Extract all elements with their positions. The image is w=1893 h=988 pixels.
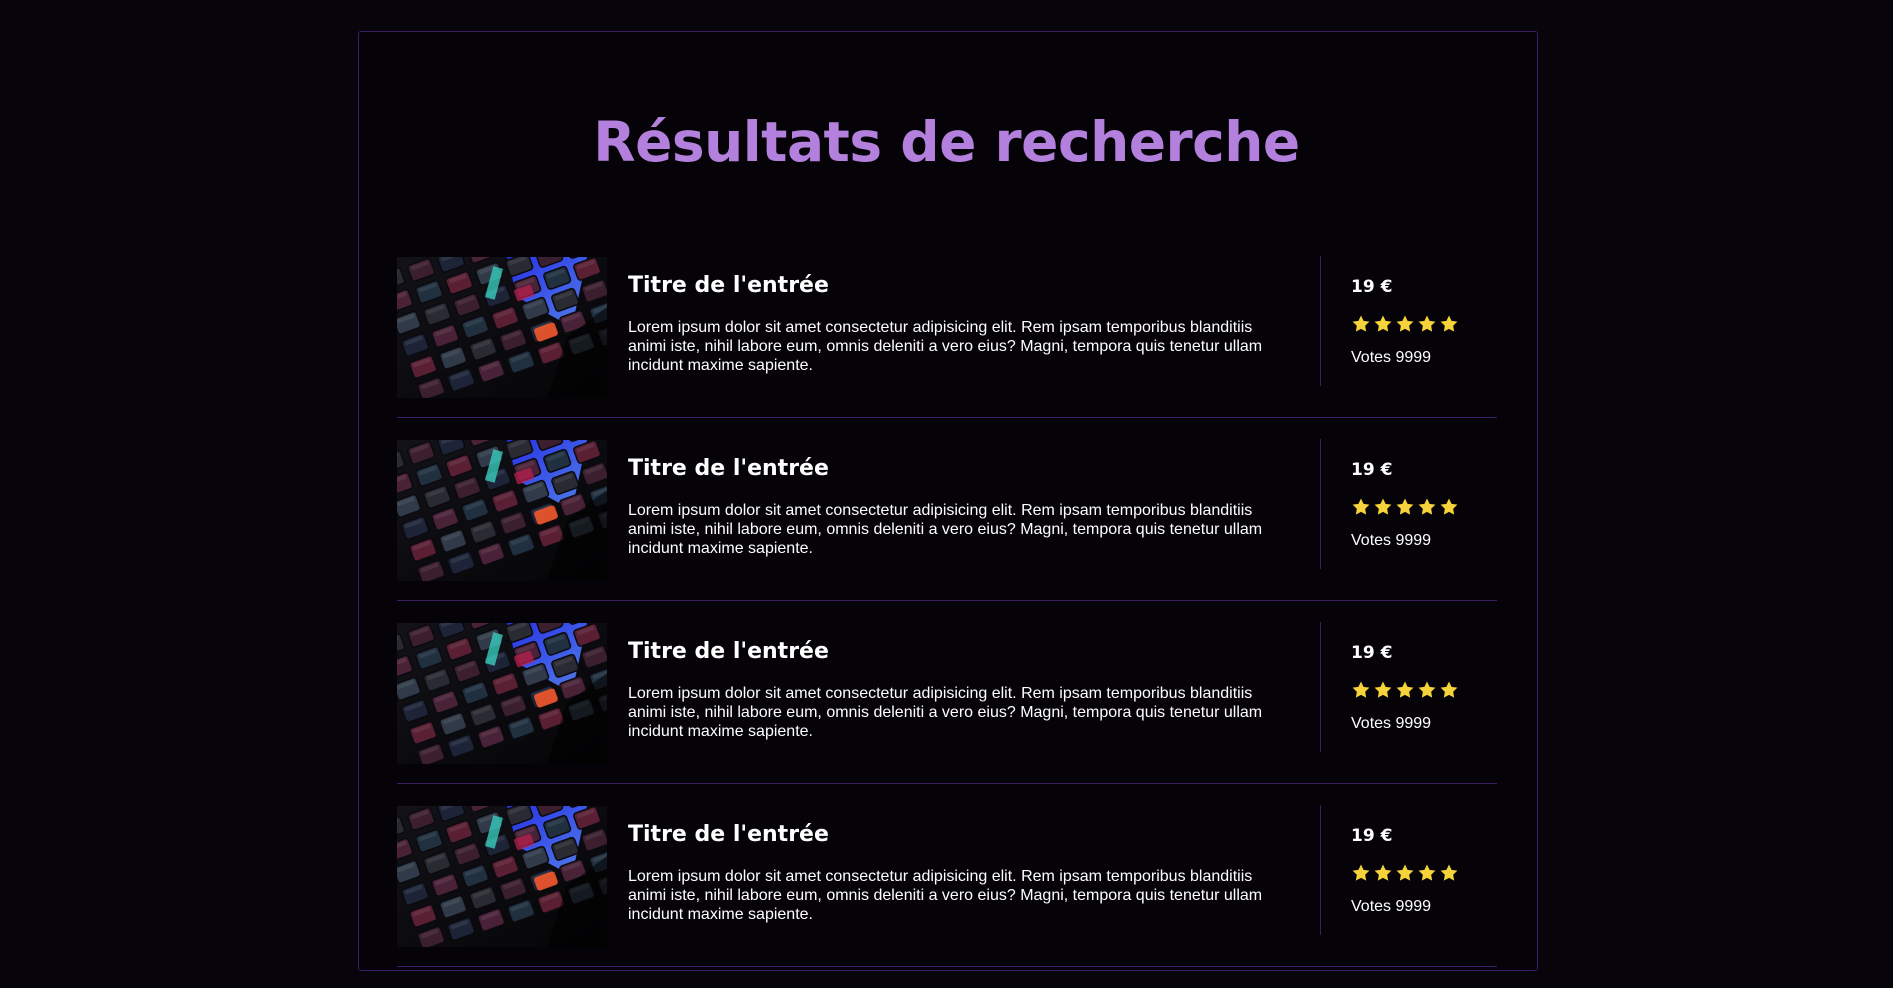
star-icon: [1352, 498, 1370, 515]
result-description: Lorem ipsum dolor sit amet consectetur a…: [628, 685, 1263, 740]
star-icon: [1396, 498, 1414, 515]
result-meta: 19 € Votes 9999: [1351, 276, 1491, 368]
star-icon: [1418, 315, 1436, 332]
result-text: Titre de l'entrée Lorem ipsum dolor sit …: [628, 638, 1268, 741]
result-votes: Votes 9999: [1351, 715, 1432, 732]
star-rating: [1351, 314, 1491, 334]
result-meta: 19 € Votes 9999: [1351, 825, 1491, 917]
result-price: 19 €: [1351, 643, 1393, 663]
keyboard-photo-thumbnail[interactable]: [397, 623, 607, 764]
star-icon: [1374, 315, 1392, 332]
star-icon: [1396, 864, 1414, 881]
result-votes: Votes 9999: [1351, 349, 1432, 366]
page-title: Résultats de recherche: [593, 110, 1300, 174]
result-item[interactable]: Titre de l'entrée Lorem ipsum dolor sit …: [397, 622, 1497, 784]
star-icon: [1396, 315, 1414, 332]
result-item[interactable]: Titre de l'entrée Lorem ipsum dolor sit …: [397, 439, 1497, 601]
result-text: Titre de l'entrée Lorem ipsum dolor sit …: [628, 455, 1268, 558]
result-item[interactable]: Titre de l'entrée Lorem ipsum dolor sit …: [397, 805, 1497, 967]
result-meta: 19 € Votes 9999: [1351, 459, 1491, 551]
star-rating: [1351, 863, 1491, 883]
result-description: Lorem ipsum dolor sit amet consectetur a…: [628, 868, 1263, 923]
star-icon: [1440, 681, 1458, 698]
keyboard-photo-thumbnail[interactable]: [397, 440, 607, 581]
result-title[interactable]: Titre de l'entrée: [628, 821, 1268, 849]
star-icon: [1396, 681, 1414, 698]
star-icon: [1374, 498, 1392, 515]
star-icon: [1418, 864, 1436, 881]
vertical-divider: [1320, 256, 1321, 386]
vertical-divider: [1320, 805, 1321, 935]
result-title[interactable]: Titre de l'entrée: [628, 638, 1268, 666]
result-description: Lorem ipsum dolor sit amet consectetur a…: [628, 502, 1263, 557]
result-price: 19 €: [1351, 826, 1393, 846]
result-votes: Votes 9999: [1351, 532, 1432, 549]
star-icon: [1440, 864, 1458, 881]
keyboard-photo-thumbnail[interactable]: [397, 257, 607, 398]
star-icon: [1352, 864, 1370, 881]
vertical-divider: [1320, 439, 1321, 569]
vertical-divider: [1320, 622, 1321, 752]
result-title[interactable]: Titre de l'entrée: [628, 455, 1268, 483]
star-icon: [1352, 315, 1370, 332]
result-item[interactable]: Titre de l'entrée Lorem ipsum dolor sit …: [397, 256, 1497, 418]
result-text: Titre de l'entrée Lorem ipsum dolor sit …: [628, 272, 1268, 375]
result-votes: Votes 9999: [1351, 898, 1432, 915]
star-rating: [1351, 497, 1491, 517]
star-rating: [1351, 680, 1491, 700]
star-icon: [1374, 681, 1392, 698]
star-icon: [1440, 315, 1458, 332]
star-icon: [1418, 681, 1436, 698]
result-text: Titre de l'entrée Lorem ipsum dolor sit …: [628, 821, 1268, 924]
results-list: Titre de l'entrée Lorem ipsum dolor sit …: [397, 256, 1497, 988]
result-price: 19 €: [1351, 460, 1393, 480]
star-icon: [1440, 498, 1458, 515]
result-description: Lorem ipsum dolor sit amet consectetur a…: [628, 319, 1263, 374]
result-meta: 19 € Votes 9999: [1351, 642, 1491, 734]
result-price: 19 €: [1351, 277, 1393, 297]
star-icon: [1418, 498, 1436, 515]
result-title[interactable]: Titre de l'entrée: [628, 272, 1268, 300]
star-icon: [1374, 864, 1392, 881]
keyboard-photo-thumbnail[interactable]: [397, 806, 607, 947]
star-icon: [1352, 681, 1370, 698]
